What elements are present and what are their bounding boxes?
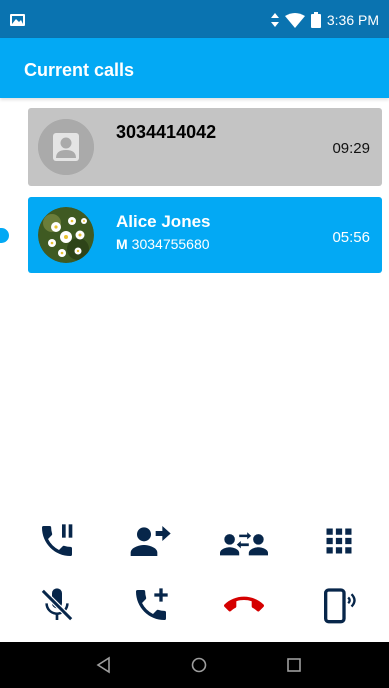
add-call-button[interactable] [127,581,175,629]
status-icons: 3:36 PM [270,12,379,28]
speaker-button[interactable] [315,581,363,629]
phone-pause-icon [42,524,73,556]
data-arrows-icon [270,13,279,27]
transfer-call-button[interactable] [125,517,173,565]
call-duration: 09:29 [332,140,370,157]
caller-name: Alice Jones [116,212,211,231]
mute-button[interactable] [33,581,81,629]
in-call-screen: 3:36 PM Current calls 3034414042 09:29 A… [0,0,389,688]
number-type: M [116,236,128,252]
active-call-card[interactable]: Alice Jones M 3034755680 05:56 [28,197,382,273]
hangup-icon [223,596,264,612]
status-bar: 3:36 PM [0,0,389,38]
caller-name: 3034414042 [116,122,217,142]
home-icon[interactable] [189,655,209,675]
wifi-icon [284,12,305,28]
end-call-button[interactable] [220,581,268,629]
caller-number: 3034755680 [131,236,210,252]
caller-number-line: M 3034755680 [116,236,210,252]
system-nav-bar [0,642,389,688]
back-icon[interactable] [94,655,114,675]
call-duration: 05:56 [332,229,370,246]
recents-icon[interactable] [284,655,304,675]
swap-calls-button[interactable] [220,517,268,565]
phone-speaker-icon [324,588,356,624]
active-call-indicator [0,228,9,243]
dialpad-button[interactable] [315,517,363,565]
clock: 3:36 PM [326,12,379,28]
mic-off-icon [40,588,74,622]
app-bar: Current calls [0,38,389,98]
battery-icon [310,12,321,28]
hold-call-button[interactable] [33,517,81,565]
contact-photo [38,207,94,263]
held-call-card[interactable]: 3034414042 09:29 [28,108,382,186]
phone-plus-icon [136,588,168,620]
person-arrow-icon [130,526,171,556]
dialpad-icon [326,528,352,554]
page-title: Current calls [24,60,135,80]
default-contact-icon [38,119,94,175]
group-swap-icon [220,532,268,556]
photo-icon [10,14,25,26]
